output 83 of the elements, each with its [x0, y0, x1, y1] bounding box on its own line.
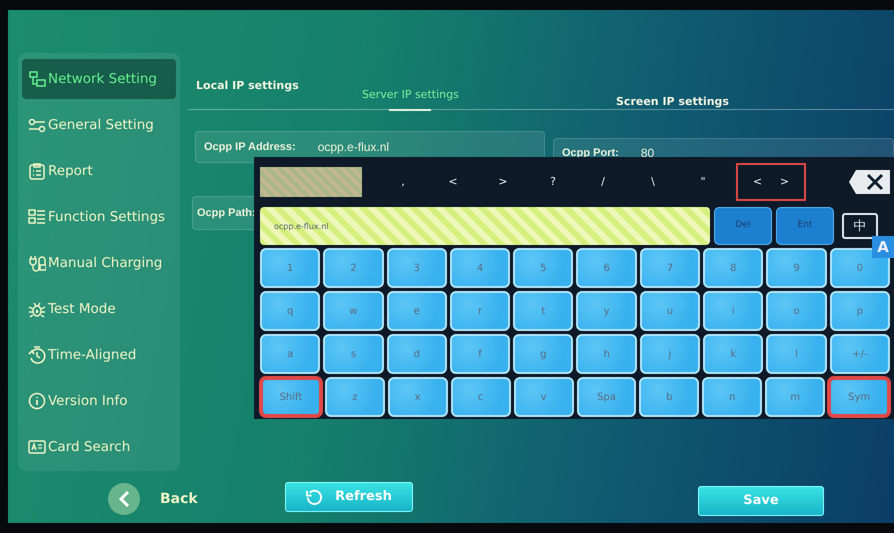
keyboard-key[interactable]: 1: [260, 248, 320, 288]
tab[interactable]: Local IP settings: [192, 76, 303, 96]
keyboard-key[interactable]: 9: [766, 248, 827, 288]
keyboard-key[interactable]: y: [576, 291, 637, 331]
cable-icon: [28, 254, 46, 272]
keyboard-key[interactable]: 4: [450, 248, 510, 288]
id-card-icon: [28, 438, 46, 456]
field-label: Ocpp Port:: [562, 146, 619, 161]
symbol-key[interactable]: ?: [528, 174, 578, 190]
case-indicator[interactable]: A: [872, 236, 894, 258]
field-label: Ocpp Path:: [197, 206, 256, 221]
info-icon: [28, 392, 46, 410]
symbol-key[interactable]: >: [478, 174, 528, 190]
timer-icon: [28, 346, 46, 364]
sidebar-item[interactable]: Function Settings: [22, 197, 176, 237]
sidebar-item[interactable]: Card Search: [22, 427, 176, 467]
keyboard-key[interactable]: Shift: [260, 377, 322, 417]
sidebar-item[interactable]: Time-Aligned: [22, 335, 176, 375]
keyboard-key[interactable]: w: [323, 291, 384, 331]
keyboard-key[interactable]: p: [830, 291, 890, 331]
keyboard-key[interactable]: m: [765, 377, 826, 417]
sidebar-item[interactable]: General Setting: [22, 105, 176, 145]
chevron-left-icon: [118, 490, 130, 508]
keyboard-key[interactable]: 5: [513, 248, 574, 288]
keyboard-key[interactable]: t: [513, 291, 574, 331]
keyboard-key[interactable]: x: [388, 377, 448, 417]
keyboard-key[interactable]: s: [323, 334, 384, 374]
keyboard-key[interactable]: b: [639, 377, 700, 417]
list-icon: [28, 208, 46, 226]
keyboard-key[interactable]: u: [640, 291, 700, 331]
keyboard-key[interactable]: 7: [640, 248, 700, 288]
field-value: ocpp.e-flux.nl: [318, 139, 390, 156]
text-input-field[interactable]: ocpp.e-flux.nl: [260, 207, 710, 245]
save-button[interactable]: Save: [698, 486, 824, 516]
action-key[interactable]: Ent: [776, 207, 834, 245]
refresh-button[interactable]: Refresh: [285, 482, 413, 512]
refresh-icon: [306, 488, 324, 506]
symbol-key[interactable]: ": [678, 174, 728, 190]
action-key[interactable]: Del: [714, 207, 772, 245]
keyboard-key[interactable]: k: [703, 334, 764, 374]
network-icon: [28, 70, 46, 88]
keyboard-key[interactable]: Sym: [828, 377, 890, 417]
keyboard-key[interactable]: n: [702, 377, 762, 417]
sidebar-item[interactable]: Manual Charging: [22, 243, 176, 283]
bug-icon: [28, 300, 46, 318]
field-value: 80: [640, 145, 654, 162]
sidebar-item[interactable]: Test Mode: [22, 289, 176, 329]
back-button[interactable]: [108, 483, 140, 515]
close-icon[interactable]: [848, 169, 890, 195]
keyboard-key[interactable]: r: [450, 291, 510, 331]
keyboard-key[interactable]: o: [766, 291, 827, 331]
keyboard-key[interactable]: v: [514, 377, 574, 417]
sliders-icon: [28, 116, 46, 134]
keyboard-key[interactable]: a: [260, 334, 320, 374]
keyboard-key[interactable]: Spa: [576, 377, 636, 417]
field-label: Ocpp IP Address:: [204, 140, 296, 155]
back-label[interactable]: Back: [160, 489, 198, 510]
keyboard-key[interactable]: f: [450, 334, 510, 374]
keyboard-key[interactable]: 2: [323, 248, 384, 288]
keyboard-key[interactable]: q: [260, 291, 320, 331]
keyboard-key[interactable]: g: [513, 334, 574, 374]
symbol-key[interactable]: <: [428, 174, 478, 190]
keyboard-key[interactable]: z: [324, 377, 385, 417]
keyboard-key[interactable]: h: [576, 334, 637, 374]
keyboard-key[interactable]: c: [450, 377, 511, 417]
symbol-key[interactable]: \: [628, 174, 678, 190]
keyboard-key[interactable]: d: [386, 334, 447, 374]
tab[interactable]: Screen IP settings: [612, 92, 733, 112]
symbol-key[interactable]: /: [578, 174, 628, 190]
keyboard-key[interactable]: e: [386, 291, 447, 331]
cursor-keys[interactable]: < >: [736, 163, 806, 201]
keyboard-key[interactable]: j: [640, 334, 700, 374]
symbol-key[interactable]: ,: [378, 174, 428, 190]
sidebar-item[interactable]: Report: [22, 151, 176, 191]
clipboard-icon: [28, 162, 46, 180]
keyboard-key[interactable]: i: [703, 291, 764, 331]
keyboard-key[interactable]: +/-: [830, 334, 890, 374]
keyboard-key[interactable]: 6: [576, 248, 637, 288]
sidebar-item[interactable]: Network Setting: [22, 59, 176, 99]
keyboard-key[interactable]: l: [766, 334, 827, 374]
sidebar-item[interactable]: Version Info: [22, 381, 176, 421]
keyboard-key[interactable]: 8: [703, 248, 764, 288]
keyboard-key[interactable]: 3: [386, 248, 447, 288]
